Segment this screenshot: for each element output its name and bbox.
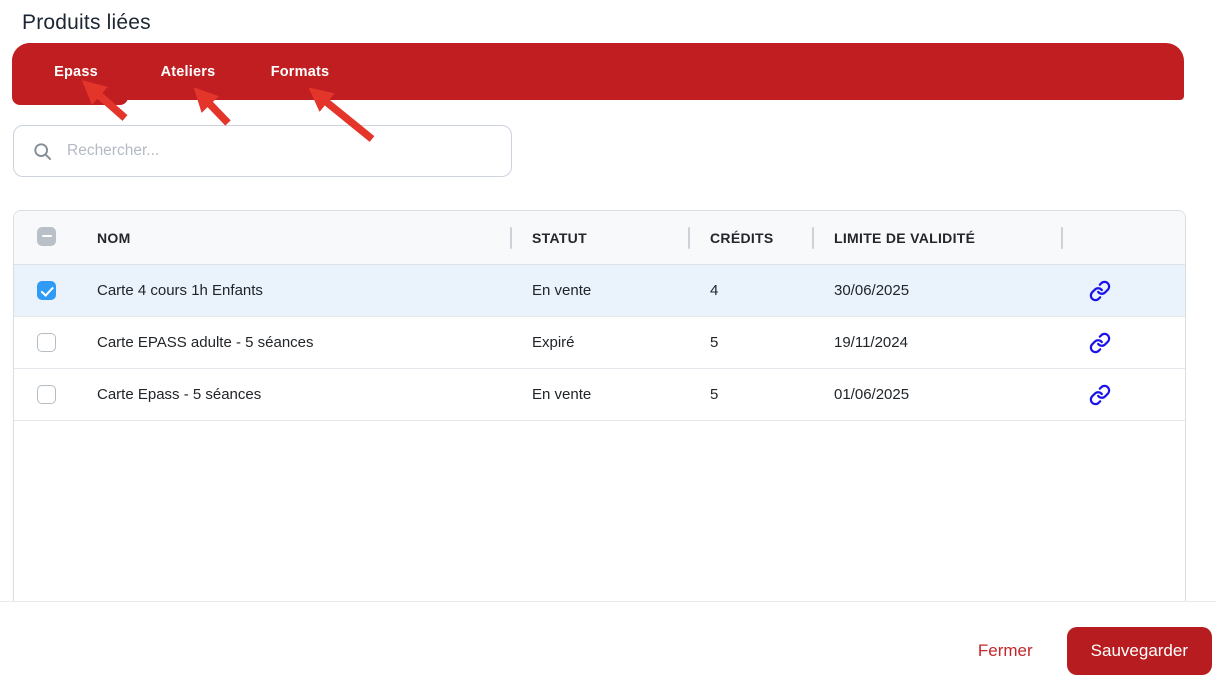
page-title: Produits liées — [22, 11, 151, 35]
header-cell-credits: CRÉDITS — [689, 230, 813, 246]
link-button[interactable] — [1089, 280, 1111, 302]
cell-status: En vente — [511, 386, 689, 403]
save-button[interactable]: Sauvegarder — [1067, 627, 1212, 675]
search-box — [13, 125, 512, 177]
cell-validity: 19/11/2024 — [813, 334, 1062, 351]
header-cell-name: NOM — [81, 230, 511, 246]
select-all-checkbox[interactable] — [37, 227, 56, 246]
cell-status: Expiré — [511, 334, 689, 351]
link-icon — [1089, 280, 1111, 302]
close-button[interactable]: Fermer — [972, 640, 1039, 662]
table-row[interactable]: Carte 4 cours 1h Enfants En vente 4 30/0… — [14, 265, 1185, 317]
tab-bar: Epass Ateliers Formats — [12, 43, 1184, 100]
cell-name: Carte 4 cours 1h Enfants — [81, 282, 511, 299]
products-table: NOM STATUT CRÉDITS LIMITE DE VALIDITÉ Ca… — [13, 210, 1186, 602]
tab-epass[interactable]: Epass — [20, 64, 132, 80]
cell-validity: 30/06/2025 — [813, 282, 1062, 299]
header-cell-select — [14, 227, 81, 249]
cell-credits: 4 — [689, 282, 813, 299]
cell-status: En vente — [511, 282, 689, 299]
arrow-to-ateliers-icon — [203, 97, 228, 123]
table-header-row: NOM STATUT CRÉDITS LIMITE DE VALIDITÉ — [14, 211, 1185, 265]
header-cell-status: STATUT — [511, 230, 689, 246]
row-checkbox[interactable] — [37, 281, 56, 300]
cell-credits: 5 — [689, 386, 813, 403]
tab-formats[interactable]: Formats — [244, 64, 356, 80]
cell-credits: 5 — [689, 334, 813, 351]
header-cell-validity: LIMITE DE VALIDITÉ — [813, 230, 1062, 246]
search-icon — [33, 142, 52, 161]
row-checkbox[interactable] — [37, 333, 56, 352]
cell-name: Carte Epass - 5 séances — [81, 386, 511, 403]
footer: Fermer Sauvegarder — [0, 620, 1216, 682]
link-icon — [1089, 384, 1111, 406]
tab-ateliers[interactable]: Ateliers — [132, 64, 244, 80]
cell-validity: 01/06/2025 — [813, 386, 1062, 403]
row-checkbox[interactable] — [37, 385, 56, 404]
search-input[interactable] — [65, 141, 497, 161]
cell-name: Carte EPASS adulte - 5 séances — [81, 334, 511, 351]
link-icon — [1089, 332, 1111, 354]
table-row[interactable]: Carte Epass - 5 séances En vente 5 01/06… — [14, 369, 1185, 421]
link-button[interactable] — [1089, 332, 1111, 354]
footer-divider — [0, 601, 1216, 602]
table-row[interactable]: Carte EPASS adulte - 5 séances Expiré 5 … — [14, 317, 1185, 369]
link-button[interactable] — [1089, 384, 1111, 406]
